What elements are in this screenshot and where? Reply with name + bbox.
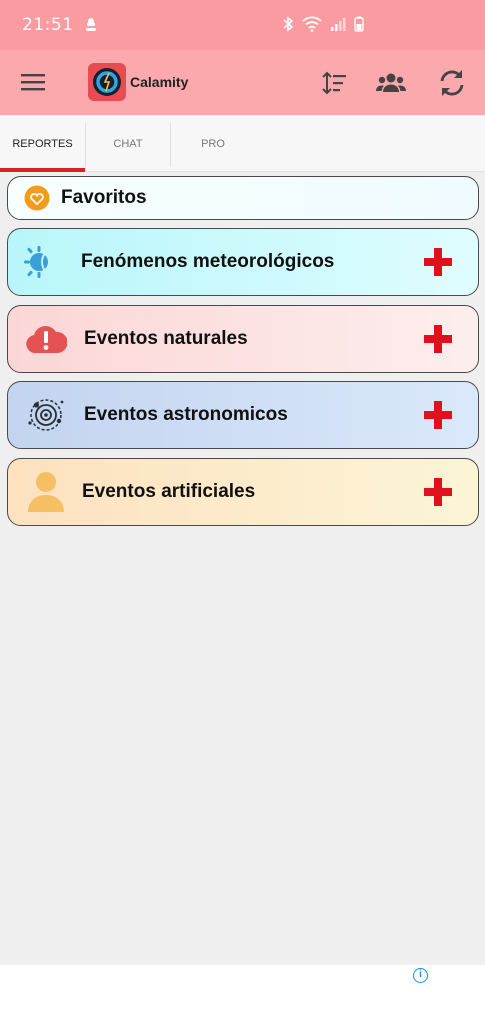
ad-info-icon[interactable]: i — [413, 968, 428, 983]
wifi-icon — [302, 16, 322, 32]
status-bar: 21:51 — [0, 0, 485, 50]
battery-icon — [354, 16, 364, 32]
sort-icon[interactable] — [318, 67, 350, 99]
notification-icon — [85, 18, 96, 31]
weather-icon — [24, 246, 57, 278]
eventos-astronomicos-label: Eventos astronomicos — [84, 404, 288, 425]
status-time: 21:51 — [22, 15, 74, 35]
app-logo — [88, 63, 126, 101]
orbit-icon — [28, 399, 64, 431]
tab-reportes[interactable]: REPORTES — [0, 115, 85, 172]
app-logo-icon — [93, 68, 121, 96]
expand-plus-icon[interactable] — [424, 401, 452, 429]
tab-active-indicator — [0, 168, 85, 172]
tab-chat[interactable]: CHAT — [86, 115, 170, 172]
tab-bar: REPORTES CHAT PRO — [0, 115, 485, 172]
refresh-icon[interactable] — [436, 67, 468, 99]
category-eventos-naturales[interactable]: Eventos naturales — [7, 305, 479, 373]
eventos-artificiales-label: Eventos artificiales — [82, 481, 256, 502]
favoritos-label: Favoritos — [61, 187, 147, 208]
bluetooth-icon — [283, 16, 294, 32]
person-icon — [28, 472, 64, 512]
app-bar: Calamity — [0, 50, 485, 115]
alert-cloud-icon — [26, 326, 67, 353]
menu-icon[interactable] — [20, 70, 46, 94]
category-eventos-astronomicos[interactable]: Eventos astronomicos — [7, 381, 479, 449]
category-favoritos[interactable]: Favoritos — [7, 176, 479, 220]
tab-reportes-label: REPORTES — [12, 137, 73, 150]
eventos-naturales-label: Eventos naturales — [84, 328, 248, 349]
expand-plus-icon[interactable] — [424, 478, 452, 506]
tab-pro-label: PRO — [201, 137, 225, 150]
tab-chat-label: CHAT — [113, 137, 143, 150]
category-fenomenos-meteorologicos[interactable]: Fenómenos meteorológicos — [7, 228, 479, 296]
group-icon[interactable] — [375, 67, 407, 99]
signal-icon — [331, 18, 346, 31]
fenomenos-meteorologicos-label: Fenómenos meteorológicos — [81, 251, 335, 272]
expand-plus-icon[interactable] — [424, 248, 452, 276]
expand-plus-icon[interactable] — [424, 325, 452, 353]
ad-banner[interactable]: i — [0, 965, 485, 1024]
heart-icon — [24, 185, 50, 211]
category-eventos-artificiales[interactable]: Eventos artificiales — [7, 458, 479, 526]
tab-pro[interactable]: PRO — [171, 115, 255, 172]
app-title: Calamity — [130, 74, 189, 90]
